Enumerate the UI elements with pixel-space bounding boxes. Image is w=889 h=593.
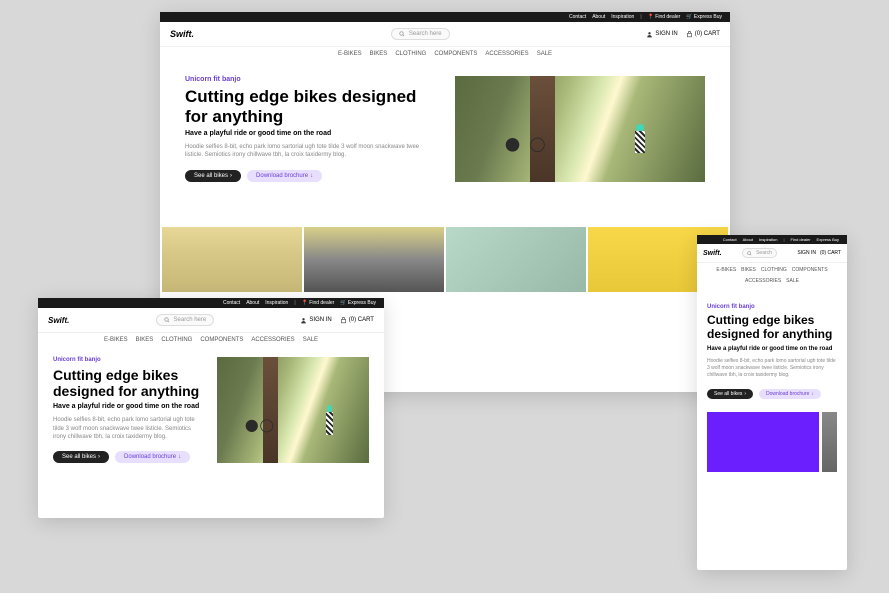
hero-heading: Cutting edge bikes designed for anything [707,314,837,342]
topbar-find-dealer[interactable]: Find dealer [791,237,811,242]
see-all-bikes-button[interactable]: See all bikes › [185,170,241,182]
image-strip [697,407,847,477]
nav-components[interactable]: COMPONENTS [200,337,243,343]
topbar-contact[interactable]: Contact [223,300,240,306]
nav-components[interactable]: COMPONENTS [792,267,828,273]
download-brochure-button[interactable]: Download brochure ↓ [247,170,322,182]
hero-subheading: Have a playful ride or good time on the … [707,346,837,352]
topbar-about[interactable]: About [246,300,259,306]
header: Swift. Search SIGN IN (0) CART [697,244,847,263]
nav-ebikes[interactable]: E-BIKES [104,337,128,343]
hero-subheading: Have a playful ride or good time on the … [185,130,435,137]
topbar-contact[interactable]: Contact [723,237,737,242]
search-input[interactable]: Search here [156,314,215,326]
nav-bikes[interactable]: BIKES [370,51,388,57]
hero-heading: Cutting edge bikes designed for anything [53,367,205,399]
topbar-inspiration[interactable]: Inspiration [611,14,634,20]
logo[interactable]: Swift. [48,316,69,325]
signin-button[interactable]: SIGN IN [797,250,816,256]
download-brochure-button[interactable]: Download brochure ↓ [759,389,821,399]
nav-sale[interactable]: SALE [303,337,318,343]
download-brochure-button[interactable]: Download brochure ↓ [115,451,190,463]
nav-bikes[interactable]: BIKES [136,337,154,343]
mobile-mockup: Contact About Inspiration | Find dealer … [697,235,847,570]
hero-eyebrow: Unicorn fit banjo [707,304,837,310]
topbar-find-dealer[interactable]: 📍 Find dealer [302,300,335,306]
strip-image[interactable] [304,227,444,292]
nav-clothing[interactable]: CLOTHING [395,51,426,57]
category-nav: E-BIKES BIKES CLOTHING COMPONENTS ACCESS… [160,47,730,61]
topbar-find-dealer[interactable]: 📍 Find dealer [648,14,681,20]
topbar-inspiration[interactable]: Inspiration [759,237,777,242]
logo[interactable]: Swift. [703,250,722,257]
nav-accessories[interactable]: ACCESSORIES [745,278,781,284]
topbar-inspiration[interactable]: Inspiration [265,300,288,306]
strip-image[interactable] [446,227,586,292]
category-nav: E-BIKES BIKES CLOTHING COMPONENTS ACCESS… [38,333,384,347]
topbar-express-buy[interactable]: 🛒 Express Buy [340,300,376,306]
hero-eyebrow: Unicorn fit banjo [185,76,435,83]
hero-body: Hoodie selfies 8-bit, echo park lomo sar… [707,358,837,379]
search-input[interactable]: Search here [391,28,450,40]
topbar-express-buy[interactable]: 🛒 Express Buy [686,14,722,20]
nav-clothing[interactable]: CLOTHING [761,267,787,273]
nav-bikes[interactable]: BIKES [741,267,756,273]
hero-subheading: Have a playful ride or good time on the … [53,403,205,410]
topbar-about[interactable]: About [592,14,605,20]
nav-accessories[interactable]: ACCESSORIES [485,51,528,57]
header: Swift. Search here SIGN IN (0) CART [160,22,730,47]
cart-button[interactable]: (0) CART [686,31,720,38]
search-icon [399,31,405,37]
category-nav: E-BIKES BIKES CLOTHING COMPONENTS ACCESS… [697,263,847,288]
topbar: Contact About Inspiration | Find dealer … [697,235,847,244]
nav-accessories[interactable]: ACCESSORIES [251,337,294,343]
search-icon [747,251,752,256]
topbar-contact[interactable]: Contact [569,14,586,20]
user-icon [646,31,653,38]
topbar: Contact About Inspiration | 📍 Find deale… [160,12,730,22]
nav-sale[interactable]: SALE [537,51,552,57]
cart-icon [340,317,347,324]
strip-image[interactable] [162,227,302,292]
tablet-mockup: Contact About Inspiration | 📍 Find deale… [38,298,384,518]
cart-button[interactable]: (0) CART [820,250,841,256]
strip-image[interactable] [822,412,837,472]
nav-sale[interactable]: SALE [786,278,799,284]
user-icon [300,317,307,324]
logo[interactable]: Swift. [170,29,194,39]
search-icon [164,317,170,323]
nav-components[interactable]: COMPONENTS [434,51,477,57]
search-input[interactable]: Search [742,248,777,258]
nav-clothing[interactable]: CLOTHING [161,337,192,343]
strip-image[interactable] [707,412,819,472]
signin-button[interactable]: SIGN IN [646,31,677,38]
see-all-bikes-button[interactable]: See all bikes › [53,451,109,463]
nav-ebikes[interactable]: E-BIKES [338,51,362,57]
image-strip [160,227,730,292]
hero-body: Hoodie selfies 8-bit, echo park lomo sar… [53,416,205,441]
hero-body: Hoodie selfies 8-bit, echo park lomo sar… [185,143,435,160]
cart-icon [686,31,693,38]
topbar: Contact About Inspiration | 📍 Find deale… [38,298,384,308]
signin-button[interactable]: SIGN IN [300,317,331,324]
see-all-bikes-button[interactable]: See all bikes › [707,389,753,399]
topbar-express-buy[interactable]: Express Buy [817,237,839,242]
nav-ebikes[interactable]: E-BIKES [716,267,736,273]
hero-image [217,357,369,463]
hero-heading: Cutting edge bikes designed for anything [185,87,435,126]
hero-eyebrow: Unicorn fit banjo [53,357,205,363]
topbar-about[interactable]: About [743,237,753,242]
header: Swift. Search here SIGN IN (0) CART [38,308,384,333]
cart-button[interactable]: (0) CART [340,317,374,324]
hero-image [455,76,705,182]
